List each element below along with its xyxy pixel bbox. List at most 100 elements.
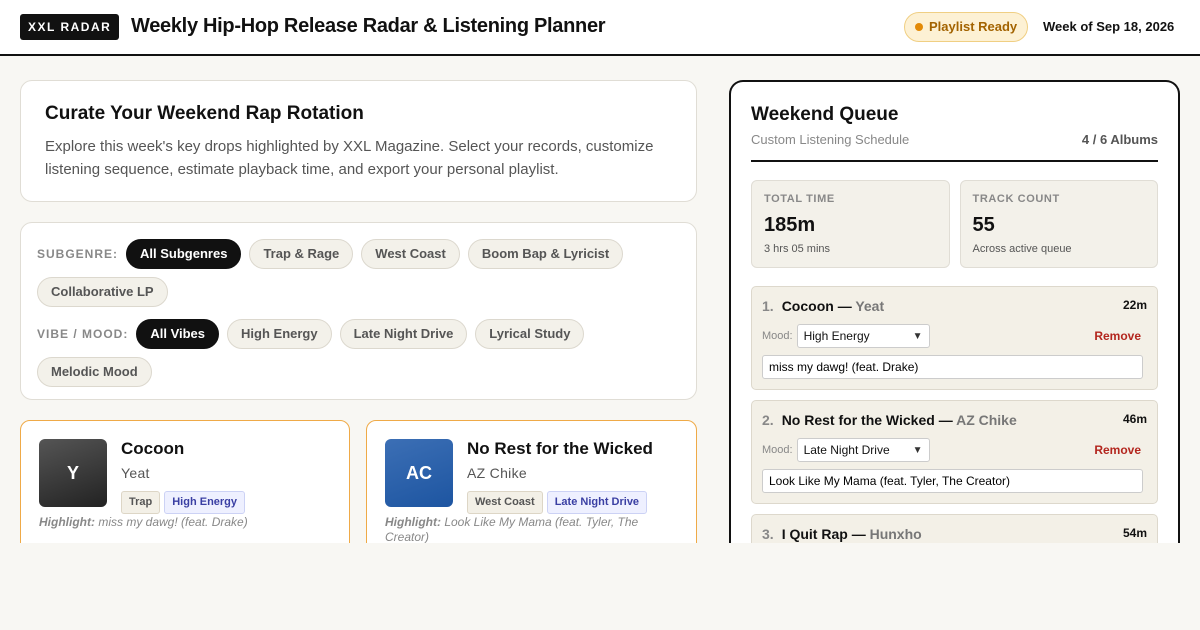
chip-high-energy[interactable]: High Energy bbox=[227, 319, 332, 349]
album-card[interactable]: Y Cocoon Yeat Trap High Energy Highlight… bbox=[20, 420, 350, 543]
album-highlight: Highlight: miss my dawg! (feat. Drake) bbox=[39, 515, 331, 530]
queue-item-separator: — bbox=[837, 298, 852, 314]
album-artist: Yeat bbox=[121, 465, 150, 481]
queue-item-album: Cocoon bbox=[781, 298, 834, 314]
mood-tag: High Energy bbox=[164, 491, 246, 514]
queue-stats: TOTAL TIME 185m 3 hrs 05 mins TRACK COUN… bbox=[751, 180, 1158, 268]
chip-late-night-drive[interactable]: Late Night Drive bbox=[339, 319, 468, 349]
chip-collaborative-lp[interactable]: Collaborative LP bbox=[37, 277, 168, 307]
mood-select-label: Mood: bbox=[762, 444, 793, 456]
queue-item-header: 2. No Rest for the Wicked — AZ Chike 46m bbox=[762, 412, 1147, 428]
album-cover: Y bbox=[39, 439, 107, 507]
queue-album-count: 4 / 6 Albums bbox=[1081, 132, 1158, 147]
queue-item-number: 2. bbox=[762, 412, 774, 428]
stat-label: TRACK COUNT bbox=[972, 193, 1060, 205]
album-artist: AZ Chike bbox=[467, 465, 527, 481]
chevron-down-icon: ▼ bbox=[912, 330, 923, 342]
queue-subheader: Custom Listening Schedule 4 / 6 Albums bbox=[751, 132, 1158, 162]
chip-trap-rage[interactable]: Trap & Rage bbox=[249, 239, 354, 269]
queue-item-album: I Quit Rap bbox=[781, 526, 848, 542]
genre-tag: West Coast bbox=[467, 491, 543, 514]
mood-tag: Late Night Drive bbox=[546, 491, 648, 514]
queue-item-controls: Mood: Late Night Drive ▼ Remove bbox=[762, 438, 1147, 462]
queue-subtitle: Custom Listening Schedule bbox=[751, 132, 910, 147]
filter-panel: SUBGENRE: All Subgenres Trap & Rage West… bbox=[20, 222, 697, 400]
queue-title: Weekend Queue bbox=[751, 104, 899, 125]
queue-item-duration: 54m bbox=[1122, 526, 1147, 540]
stat-value: 55 bbox=[972, 214, 995, 236]
intro-description: Explore this week's key drops highlighte… bbox=[45, 138, 654, 178]
intro-title: Curate Your Weekend Rap Rotation bbox=[45, 103, 364, 124]
queue-item-artist: AZ Chike bbox=[956, 412, 1017, 428]
intro-panel: Curate Your Weekend Rap Rotation Explore… bbox=[20, 80, 697, 202]
queue-item[interactable]: 2. No Rest for the Wicked — AZ Chike 46m … bbox=[751, 400, 1158, 504]
chevron-down-icon: ▼ bbox=[912, 444, 923, 456]
queue-item-title: 2. No Rest for the Wicked — AZ Chike bbox=[762, 412, 1017, 428]
highlight-label: Highlight: bbox=[385, 515, 441, 529]
week-label: Week of Sep 18, 2026 bbox=[1043, 19, 1175, 34]
vibe-filter-label: VIBE / MOOD: bbox=[37, 327, 129, 341]
playlist-ready-badge: Playlist Ready bbox=[904, 12, 1029, 42]
album-info: No Rest for the Wicked AZ Chike West Coa… bbox=[467, 439, 653, 514]
queue-item-header: 3. I Quit Rap — Hunxho 54m bbox=[762, 526, 1147, 542]
stat-note: Across active queue bbox=[972, 243, 1072, 255]
queue-item-duration: 46m bbox=[1122, 412, 1147, 426]
highlight-track-field[interactable] bbox=[762, 355, 1143, 379]
queue-item-artist: Hunxho bbox=[869, 526, 922, 542]
album-info: Cocoon Yeat Trap High Energy bbox=[121, 439, 246, 514]
queue-item[interactable]: 3. I Quit Rap — Hunxho 54m bbox=[751, 514, 1158, 543]
chip-west-coast[interactable]: West Coast bbox=[361, 239, 460, 269]
queue-item-number: 3. bbox=[762, 526, 774, 542]
album-grid: Y Cocoon Yeat Trap High Energy Highlight… bbox=[20, 420, 697, 543]
queue-list: 1. Cocoon — Yeat 22m Mood: High Energy ▼ R… bbox=[751, 286, 1158, 543]
album-tags: Trap High Energy bbox=[121, 491, 246, 514]
queue-item-separator: — bbox=[938, 412, 953, 428]
album-cover: AC bbox=[385, 439, 453, 507]
queue-item-artist: Yeat bbox=[855, 298, 885, 314]
top-bar: XXL RADAR Weekly Hip-Hop Release Radar &… bbox=[0, 0, 1200, 56]
track-count-stat: TRACK COUNT 55 Across active queue bbox=[959, 180, 1158, 268]
subgenre-filter-label: SUBGENRE: bbox=[37, 247, 119, 261]
queue-item-album: No Rest for the Wicked bbox=[781, 412, 935, 428]
chip-all-vibes[interactable]: All Vibes bbox=[136, 319, 220, 349]
album-title: Cocoon bbox=[121, 439, 185, 458]
total-time-stat: TOTAL TIME 185m 3 hrs 05 mins bbox=[751, 180, 950, 268]
mood-select-value: Late Night Drive bbox=[803, 443, 890, 457]
queue-item-number: 1. bbox=[762, 298, 774, 314]
chip-all-subgenres[interactable]: All Subgenres bbox=[126, 239, 242, 269]
remove-button[interactable]: Remove bbox=[1094, 329, 1141, 343]
highlight-label: Highlight: bbox=[39, 515, 95, 529]
vibe-filter-row: VIBE / MOOD: All Vibes High Energy Late … bbox=[37, 319, 680, 387]
queue-item-duration: 22m bbox=[1122, 298, 1147, 312]
stat-label: TOTAL TIME bbox=[764, 193, 835, 205]
weekend-queue-panel: Weekend Queue Custom Listening Schedule … bbox=[729, 80, 1180, 543]
queue-item[interactable]: 1. Cocoon — Yeat 22m Mood: High Energy ▼ R… bbox=[751, 286, 1158, 390]
album-tags: West Coast Late Night Drive bbox=[467, 491, 653, 514]
queue-item-header: 1. Cocoon — Yeat 22m bbox=[762, 298, 1147, 314]
album-card[interactable]: AC No Rest for the Wicked AZ Chike West … bbox=[366, 420, 697, 543]
genre-tag: Trap bbox=[121, 491, 161, 514]
chip-melodic-mood[interactable]: Melodic Mood bbox=[37, 357, 152, 387]
chip-lyrical-study[interactable]: Lyrical Study bbox=[475, 319, 585, 349]
remove-button[interactable]: Remove bbox=[1094, 443, 1141, 457]
queue-item-title: 3. I Quit Rap — Hunxho bbox=[762, 526, 922, 542]
mood-select[interactable]: Late Night Drive ▼ bbox=[796, 438, 930, 462]
stat-note: 3 hrs 05 mins bbox=[764, 243, 831, 255]
subgenre-filter-row: SUBGENRE: All Subgenres Trap & Rage West… bbox=[37, 239, 680, 307]
page-title: Weekly Hip-Hop Release Radar & Listening… bbox=[131, 15, 606, 37]
mood-select-value: High Energy bbox=[803, 329, 870, 343]
playlist-ready-label: Playlist Ready bbox=[929, 19, 1018, 34]
brand-logo[interactable]: XXL RADAR bbox=[20, 14, 120, 40]
queue-item-separator: — bbox=[851, 526, 866, 542]
album-title: No Rest for the Wicked bbox=[467, 439, 653, 458]
status-dot-icon bbox=[915, 23, 923, 31]
mood-select-label: Mood: bbox=[762, 330, 793, 342]
highlight-track-field[interactable] bbox=[762, 469, 1143, 493]
mood-select[interactable]: High Energy ▼ bbox=[796, 324, 930, 348]
stat-value: 185m bbox=[764, 214, 816, 236]
album-highlight: Highlight: Look Like My Mama (feat. Tyle… bbox=[385, 515, 678, 543]
chip-boom-bap-lyricist[interactable]: Boom Bap & Lyricist bbox=[467, 239, 624, 269]
queue-item-controls: Mood: High Energy ▼ Remove bbox=[762, 324, 1147, 348]
highlight-track: miss my dawg! (feat. Drake) bbox=[98, 515, 248, 529]
queue-item-title: 1. Cocoon — Yeat bbox=[762, 298, 884, 314]
